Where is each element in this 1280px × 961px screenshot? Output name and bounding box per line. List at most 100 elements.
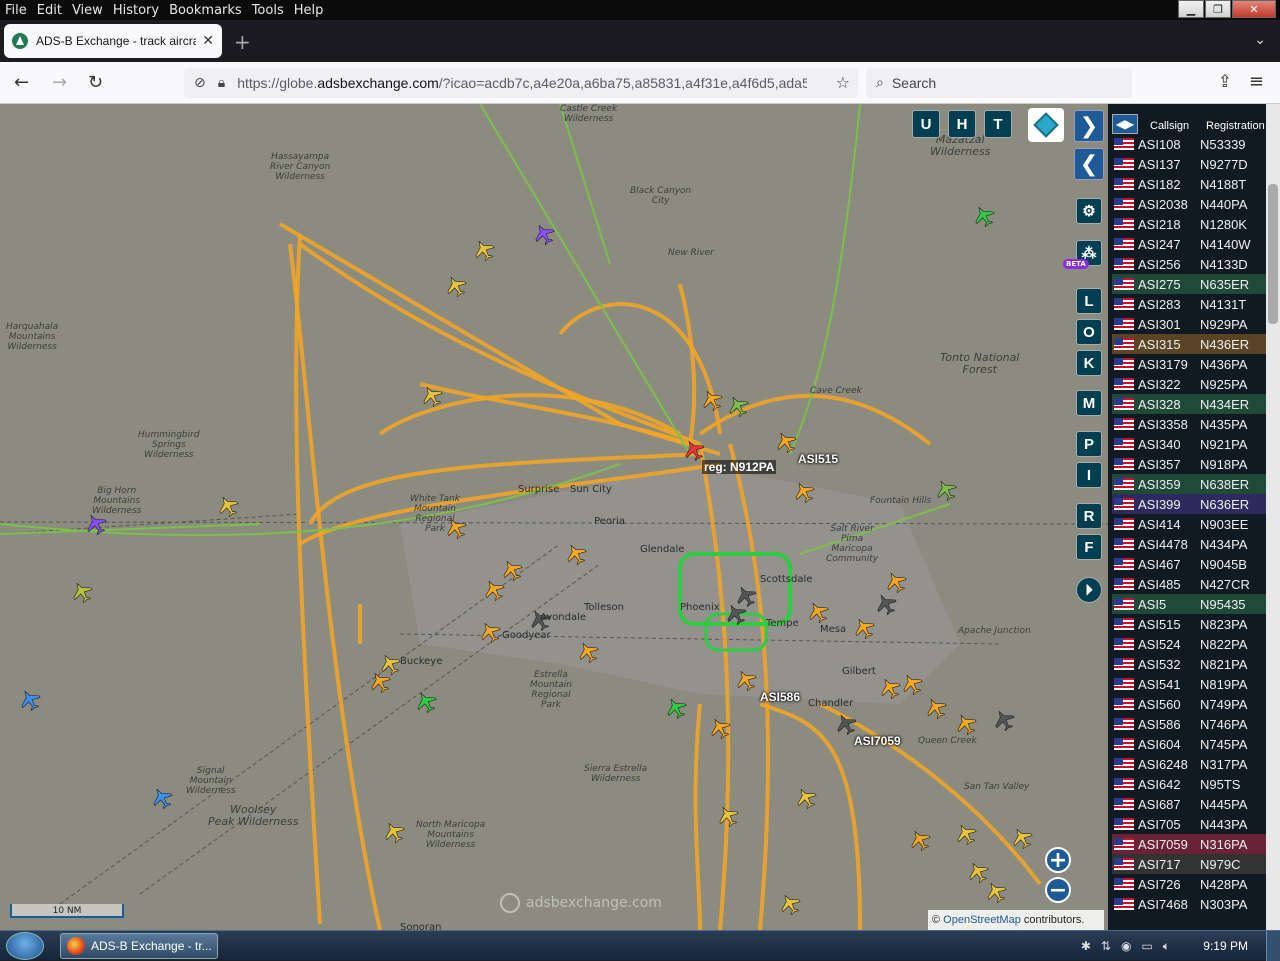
display-icon[interactable]: ▭ — [1141, 939, 1152, 954]
airplane-icon[interactable] — [16, 686, 43, 713]
taskbar-firefox-button[interactable]: ADS-B Exchange - tr... — [60, 933, 218, 959]
i-toggle-button[interactable]: I — [1076, 462, 1102, 488]
extensions-icon[interactable]: ⇪ — [1218, 72, 1232, 92]
table-row[interactable]: ASI108 N53339 — [1112, 134, 1270, 154]
table-row[interactable]: ASI642 N95TS — [1112, 774, 1270, 794]
tab-list-chevron-icon[interactable]: ⌄ — [1254, 32, 1266, 48]
replay-icon[interactable]: ⏵ — [1076, 577, 1102, 603]
aircraft-label[interactable]: reg: N912PA — [702, 460, 777, 474]
table-row[interactable]: ASI315 N436ER — [1112, 334, 1270, 354]
maximize-button[interactable]: ❐ — [1205, 0, 1231, 18]
minimize-button[interactable]: ▁ — [1178, 0, 1204, 18]
table-row[interactable]: ASI5 N95435 — [1112, 594, 1270, 614]
table-row[interactable]: ASI247 N4140W — [1112, 234, 1270, 254]
aircraft-label[interactable]: ASI7059 — [852, 734, 903, 748]
airplane-icon[interactable] — [990, 706, 1017, 733]
back-arrow-icon[interactable]: ← — [14, 72, 29, 93]
l-toggle-button[interactable]: L — [1076, 288, 1102, 314]
o-toggle-button[interactable]: O — [1076, 319, 1102, 345]
table-row[interactable]: ASI726 N428PA — [1112, 874, 1270, 894]
table-row[interactable]: ASI137 N9277D — [1112, 154, 1270, 174]
table-row[interactable]: ASI322 N925PA — [1112, 374, 1270, 394]
k-toggle-button[interactable]: K — [1076, 350, 1102, 376]
h-toggle-button[interactable]: H — [948, 110, 976, 138]
airplane-icon[interactable] — [906, 826, 933, 853]
tracking-shield-icon[interactable]: ⊘ — [194, 75, 206, 91]
table-row[interactable]: ASI717 N979C — [1112, 854, 1270, 874]
airplane-icon[interactable] — [970, 202, 997, 229]
collapse-panel-button[interactable]: ❮ — [1074, 148, 1104, 180]
airplane-icon[interactable] — [964, 858, 991, 885]
airplane-icon[interactable] — [412, 688, 439, 715]
airplane-icon[interactable] — [662, 694, 689, 721]
new-tab-icon[interactable]: + — [234, 30, 251, 54]
table-row[interactable]: ASI3358 N435PA — [1112, 414, 1270, 434]
table-row[interactable]: ASI604 N745PA — [1112, 734, 1270, 754]
steam-icon[interactable]: ◉ — [1121, 939, 1131, 954]
u-toggle-button[interactable]: U — [912, 110, 940, 138]
menu-view[interactable]: View — [67, 3, 108, 18]
airplane-icon[interactable] — [148, 784, 175, 811]
table-row[interactable]: ASI414 N903EE — [1112, 514, 1270, 534]
airplane-icon[interactable] — [982, 878, 1009, 905]
menu-edit[interactable]: Edit — [32, 3, 67, 18]
toggle-columns-button[interactable]: ◀▶ — [1112, 114, 1138, 134]
f-toggle-button[interactable]: F — [1076, 534, 1102, 560]
airplane-icon[interactable] — [792, 784, 819, 811]
table-row[interactable]: ASI6248 N317PA — [1112, 754, 1270, 774]
table-row[interactable]: ASI515 N823PA — [1112, 614, 1270, 634]
lock-icon[interactable]: 🔒︎ — [218, 75, 225, 91]
scrollbar-thumb[interactable] — [1268, 184, 1278, 324]
bluetooth-icon[interactable]: ✱ — [1081, 939, 1091, 954]
menu-help[interactable]: Help — [289, 3, 329, 18]
table-row[interactable]: ASI524 N822PA — [1112, 634, 1270, 654]
table-row[interactable]: ASI2038 N440PA — [1112, 194, 1270, 214]
table-row[interactable]: ASI705 N443PA — [1112, 814, 1270, 834]
table-row[interactable]: ASI541 N819PA — [1112, 674, 1270, 694]
t-toggle-button[interactable]: T — [984, 110, 1012, 138]
table-row[interactable]: ASI275 N635ER — [1112, 274, 1270, 294]
table-row[interactable]: ASI560 N749PA — [1112, 694, 1270, 714]
window-close-button[interactable]: ✕ — [1232, 0, 1276, 18]
airplane-icon[interactable] — [530, 220, 557, 247]
url-bar[interactable]: ⊘ 🔒︎ https://globe.adsbexchange.com/?ica… — [184, 68, 858, 98]
airplane-icon[interactable] — [366, 668, 393, 695]
menu-bookmarks[interactable]: Bookmarks — [164, 3, 247, 18]
airplane-icon[interactable] — [776, 890, 803, 917]
menu-history[interactable]: History — [108, 3, 164, 18]
bookmark-star-icon[interactable]: ☆ — [836, 73, 850, 92]
menu-file[interactable]: File — [0, 3, 32, 18]
table-row[interactable]: ASI586 N746PA — [1112, 714, 1270, 734]
table-row[interactable]: ASI357 N918PA — [1112, 454, 1270, 474]
osm-link[interactable]: OpenStreetMap — [943, 914, 1021, 926]
airplane-icon[interactable] — [214, 492, 241, 519]
table-row[interactable]: ASI532 N821PA — [1112, 654, 1270, 674]
url-text[interactable]: https://globe.adsbexchange.com/?icao=acd… — [237, 75, 807, 91]
table-scrollbar[interactable] — [1266, 104, 1280, 930]
airplane-icon[interactable] — [922, 694, 949, 721]
airplane-icon[interactable] — [470, 236, 497, 263]
forward-arrow-icon[interactable]: → — [52, 72, 67, 93]
airplane-icon[interactable] — [952, 820, 979, 847]
table-row[interactable]: ASI283 N4131T — [1112, 294, 1270, 314]
table-row[interactable]: ASI256 N4133D — [1112, 254, 1270, 274]
aircraft-label[interactable]: ASI586 — [758, 690, 802, 704]
table-row[interactable]: ASI3179 N436PA — [1112, 354, 1270, 374]
start-button[interactable] — [6, 932, 44, 960]
table-row[interactable]: ASI687 N445PA — [1112, 794, 1270, 814]
table-row[interactable]: ASI467 N9045B — [1112, 554, 1270, 574]
registration-column-header[interactable]: Registration — [1206, 120, 1265, 132]
tab-close-icon[interactable]: ✕ — [202, 33, 214, 49]
menu-hamburger-icon[interactable]: ≡ — [1249, 71, 1264, 92]
m-toggle-button[interactable]: M — [1076, 390, 1102, 416]
table-row[interactable]: ASI7059 N316PA — [1112, 834, 1270, 854]
table-row[interactable]: ASI485 N427CR — [1112, 574, 1270, 594]
table-row[interactable]: ASI7468 N303PA — [1112, 894, 1270, 914]
table-row[interactable]: ASI218 N1280K — [1112, 214, 1270, 234]
p-toggle-button[interactable]: P — [1076, 431, 1102, 457]
expand-panel-button[interactable]: ❯ — [1074, 110, 1104, 142]
table-row[interactable]: ASI301 N929PA — [1112, 314, 1270, 334]
aircraft-label[interactable]: ASI515 — [796, 452, 840, 466]
volume-icon[interactable]: 🔈︎ — [1163, 939, 1170, 954]
table-row[interactable]: ASI399 N636ER — [1112, 494, 1270, 514]
